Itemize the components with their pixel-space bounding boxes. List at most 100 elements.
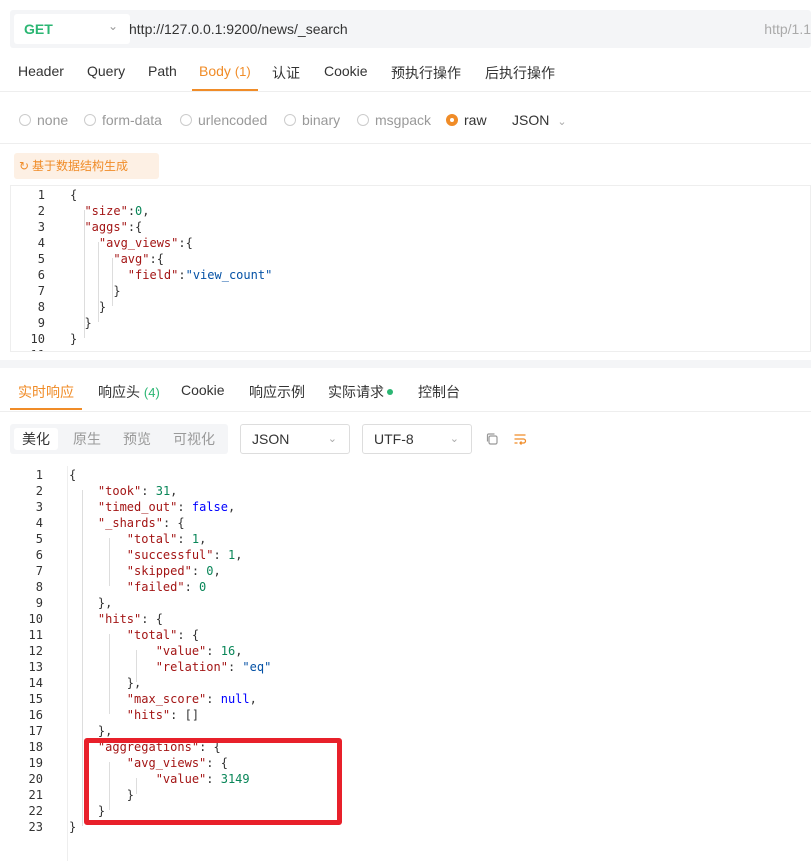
line-number: 8 bbox=[35, 580, 43, 594]
code-line: 4 "avg_views":{ bbox=[11, 235, 810, 251]
code-text: "successful": 1, bbox=[69, 547, 243, 563]
line-number: 7 bbox=[35, 564, 43, 578]
radio-form-data[interactable]: form-data bbox=[84, 112, 162, 128]
code-token: }, bbox=[69, 676, 142, 690]
tab-label: 响应示例 bbox=[249, 384, 305, 400]
tab-header[interactable]: Header bbox=[18, 63, 64, 79]
code-token: "max_score" bbox=[126, 692, 207, 706]
line-number: 3 bbox=[35, 500, 43, 514]
code-line: 1{ bbox=[0, 467, 811, 483]
code-line: 3 "aggs":{ bbox=[11, 219, 810, 235]
code-token: , bbox=[199, 532, 207, 546]
radio-none[interactable]: none bbox=[19, 112, 68, 128]
wrap-icon[interactable] bbox=[513, 432, 527, 446]
code-token: 1 bbox=[191, 532, 200, 546]
line-number: 6 bbox=[37, 268, 45, 282]
tab-post-script[interactable]: 后执行操作 bbox=[485, 63, 555, 83]
line-number: 21 bbox=[28, 788, 43, 802]
tab-label: Cookie bbox=[324, 63, 368, 79]
tab-cookie[interactable]: Cookie bbox=[324, 63, 368, 79]
request-tabs: Header Query Path Body (1) 认证 Cookie 预执行… bbox=[0, 52, 811, 92]
response-encoding-label: UTF-8 bbox=[374, 431, 414, 447]
view-raw[interactable]: 原生 bbox=[65, 428, 109, 450]
tab-label: 认证 bbox=[272, 65, 300, 81]
code-token: , bbox=[249, 692, 257, 706]
tab-pre-script[interactable]: 预执行操作 bbox=[391, 63, 461, 83]
radio-label: raw bbox=[464, 112, 487, 128]
code-text: "hits": [] bbox=[69, 707, 199, 723]
tab-body[interactable]: Body (1) bbox=[199, 63, 251, 79]
code-token: , bbox=[213, 564, 221, 578]
request-body-editor[interactable]: 1{2 "size":0, 3 "aggs":{4 "avg_views":{5 … bbox=[10, 185, 811, 352]
tab-live-response[interactable]: 实时响应 bbox=[18, 382, 74, 402]
code-text: "aggs":{ bbox=[70, 219, 142, 235]
code-token: "avg_views" bbox=[98, 236, 179, 250]
tab-response-cookie[interactable]: Cookie bbox=[181, 382, 225, 398]
code-token: "total" bbox=[126, 532, 178, 546]
code-token: :{ bbox=[149, 252, 164, 266]
code-token: 16 bbox=[220, 644, 236, 658]
view-mode-group: 美化 原生 预览 可视化 bbox=[10, 424, 228, 454]
code-line: 5 "total": 1, bbox=[0, 531, 811, 547]
line-number: 10 bbox=[30, 332, 45, 346]
response-format-select[interactable]: JSON ⌄ bbox=[240, 424, 350, 454]
code-text: "total": { bbox=[69, 627, 199, 643]
radio-urlencoded[interactable]: urlencoded bbox=[180, 112, 267, 128]
code-line: 7 } bbox=[11, 283, 810, 299]
generate-from-schema-button[interactable]: ↻ 基于数据结构生成 bbox=[14, 153, 159, 179]
view-beautify[interactable]: 美化 bbox=[14, 428, 58, 450]
tab-label: 实际请求 bbox=[328, 384, 384, 400]
line-number: 23 bbox=[28, 820, 43, 834]
code-token: "relation" bbox=[155, 660, 228, 674]
tab-label: 预执行操作 bbox=[391, 65, 461, 81]
line-number: 5 bbox=[35, 532, 43, 546]
copy-icon[interactable] bbox=[485, 432, 499, 446]
code-token: : bbox=[227, 660, 243, 674]
tab-label: Query bbox=[87, 63, 126, 79]
tab-query[interactable]: Query bbox=[87, 63, 125, 79]
raw-format-select[interactable]: JSON ⌄ bbox=[512, 112, 567, 128]
tab-actual-request[interactable]: 实际请求 bbox=[328, 382, 393, 402]
radio-raw[interactable]: raw bbox=[446, 112, 487, 128]
tab-response-headers[interactable]: 响应头 (4) bbox=[98, 382, 160, 402]
line-number: 4 bbox=[37, 236, 45, 250]
view-preview[interactable]: 预览 bbox=[115, 428, 159, 450]
code-token: { bbox=[70, 188, 78, 202]
code-line: 9 } bbox=[11, 315, 810, 331]
code-token: "hits" bbox=[126, 708, 171, 722]
code-text: "relation": "eq" bbox=[69, 659, 272, 675]
code-token: , bbox=[142, 204, 150, 218]
code-line: 10} bbox=[11, 331, 810, 347]
code-token: , bbox=[235, 644, 243, 658]
radio-msgpack[interactable]: msgpack bbox=[357, 112, 431, 128]
response-encoding-select[interactable]: UTF-8 ⌄ bbox=[362, 424, 472, 454]
tab-path[interactable]: Path bbox=[148, 63, 177, 79]
code-text: "failed": 0 bbox=[69, 579, 206, 595]
view-visualize[interactable]: 可视化 bbox=[165, 428, 223, 450]
tab-response-example[interactable]: 响应示例 bbox=[249, 382, 305, 402]
code-token: 0 bbox=[199, 580, 207, 594]
code-text: "_shards": { bbox=[69, 515, 185, 531]
code-text: "size":0, bbox=[70, 203, 150, 219]
line-number: 12 bbox=[28, 644, 43, 658]
tab-console[interactable]: 控制台 bbox=[418, 382, 460, 402]
code-token: "took" bbox=[97, 484, 142, 498]
code-token: "failed" bbox=[126, 580, 185, 594]
code-token: 31 bbox=[155, 484, 171, 498]
radio-label: none bbox=[37, 112, 69, 128]
code-text: "skipped": 0, bbox=[69, 563, 221, 579]
radio-binary[interactable]: binary bbox=[284, 112, 340, 128]
url-input[interactable]: http://127.0.0.1:9200/news/_search bbox=[129, 21, 348, 37]
radio-circle bbox=[84, 114, 96, 126]
code-line: 11 bbox=[11, 347, 810, 351]
tab-auth[interactable]: 认证 bbox=[272, 63, 300, 83]
radio-label: urlencoded bbox=[198, 112, 268, 128]
radio-circle bbox=[284, 114, 296, 126]
method-select[interactable]: GET ⌄ bbox=[14, 14, 130, 44]
code-token: "hits" bbox=[97, 612, 142, 626]
